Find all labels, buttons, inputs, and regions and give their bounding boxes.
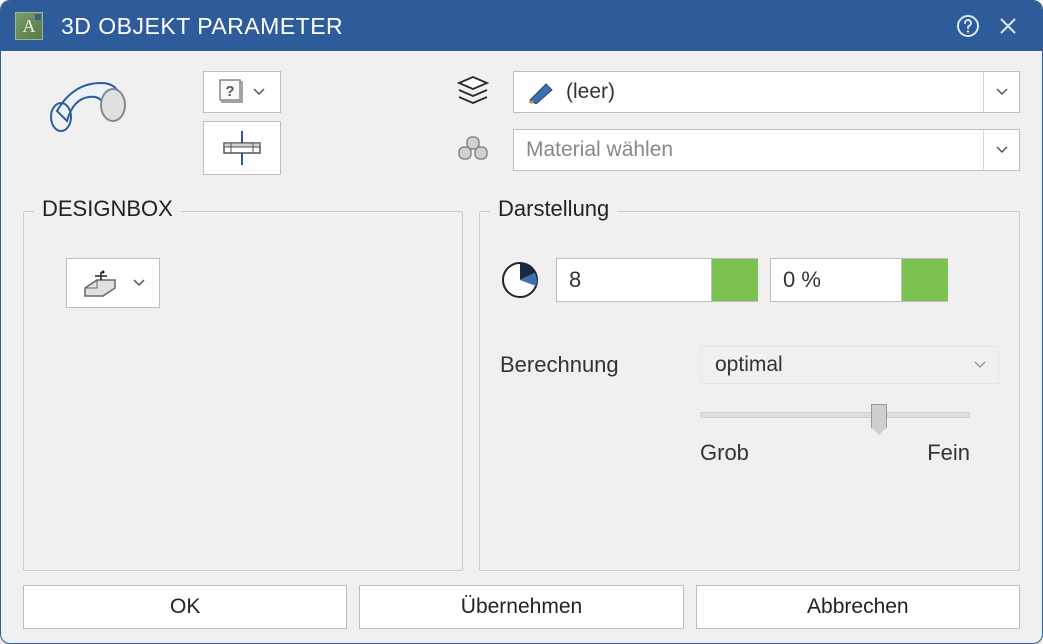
help-button[interactable] bbox=[948, 6, 988, 46]
designbox-button[interactable] bbox=[66, 258, 160, 308]
material-dropdown[interactable]: Material wählen bbox=[513, 129, 1020, 171]
chevron-down-icon bbox=[253, 88, 265, 96]
svg-text:?: ? bbox=[225, 83, 234, 100]
slider-wrap: Grob Fein bbox=[700, 412, 999, 466]
layers-icon bbox=[455, 75, 491, 109]
button-row: OK Übernehmen Abbrechen bbox=[23, 585, 1020, 629]
berechnung-value: optimal bbox=[715, 353, 783, 377]
berechnung-label: Berechnung bbox=[500, 352, 680, 378]
darstellung-value-row: 8 0 % bbox=[500, 258, 999, 302]
berechnung-row: Berechnung optimal bbox=[500, 346, 999, 384]
quality-slider[interactable] bbox=[700, 412, 970, 418]
dialog-window: A 3D OBJEKT PARAMETER bbox=[0, 0, 1043, 644]
object-icon-column bbox=[23, 71, 203, 137]
layer-dropdown[interactable]: (leer) bbox=[513, 71, 1020, 113]
layer-dropdown-content: (leer) bbox=[514, 80, 983, 104]
book-question-icon: ? bbox=[219, 79, 247, 105]
panels-row: DESIGNBOX Darstellung bbox=[23, 211, 1020, 571]
slider-label-right: Fein bbox=[927, 440, 970, 466]
material-plus-icon bbox=[455, 133, 491, 167]
designbox-title: DESIGNBOX bbox=[34, 196, 181, 222]
close-button[interactable] bbox=[988, 6, 1028, 46]
layer-dropdown-arrow bbox=[983, 72, 1019, 112]
value2-group: 0 % bbox=[770, 258, 948, 302]
value2-input[interactable]: 0 % bbox=[770, 258, 902, 302]
slider-labels: Grob Fein bbox=[700, 440, 970, 466]
darstellung-title: Darstellung bbox=[490, 196, 617, 222]
material-dropdown-arrow bbox=[983, 130, 1019, 170]
chevron-down-icon bbox=[974, 361, 986, 369]
layers-icon-wrap bbox=[453, 75, 493, 109]
close-icon bbox=[999, 17, 1017, 35]
berechnung-dropdown[interactable]: optimal bbox=[700, 346, 999, 384]
value1-group: 8 bbox=[556, 258, 758, 302]
app-icon: A bbox=[15, 12, 43, 40]
layer-row: (leer) bbox=[453, 71, 1020, 113]
tool-column: ? bbox=[203, 71, 323, 175]
chevron-down-icon bbox=[996, 88, 1008, 96]
section-tool-button[interactable] bbox=[203, 121, 281, 175]
ok-button[interactable]: OK bbox=[23, 585, 347, 629]
section-beam-icon bbox=[218, 131, 266, 165]
anchor-3d-icon bbox=[81, 268, 125, 298]
help-tool-button[interactable]: ? bbox=[203, 71, 281, 113]
value1-input[interactable]: 8 bbox=[556, 258, 712, 302]
slider-label-left: Grob bbox=[700, 440, 749, 466]
layer-column: (leer) bbox=[323, 71, 1020, 171]
slider-thumb[interactable] bbox=[871, 404, 887, 428]
material-row: Material wählen bbox=[453, 129, 1020, 171]
titlebar: A 3D OBJEKT PARAMETER bbox=[1, 1, 1042, 51]
object-3d-pipe-icon bbox=[49, 77, 135, 137]
window-title: 3D OBJEKT PARAMETER bbox=[61, 13, 948, 40]
cancel-button[interactable]: Abbrechen bbox=[696, 585, 1020, 629]
brush-icon bbox=[526, 80, 556, 104]
apply-button[interactable]: Übernehmen bbox=[359, 585, 683, 629]
top-row: ? bbox=[23, 71, 1020, 201]
value2-indicator[interactable] bbox=[902, 258, 948, 302]
material-icon-wrap bbox=[453, 133, 493, 167]
chevron-down-icon bbox=[133, 279, 145, 287]
darstellung-panel: Darstellung 8 0 % bbox=[479, 211, 1020, 571]
designbox-panel: DESIGNBOX bbox=[23, 211, 463, 571]
chevron-down-icon bbox=[996, 146, 1008, 154]
value1-indicator[interactable] bbox=[712, 258, 758, 302]
dialog-body: ? bbox=[1, 51, 1042, 643]
pie-slice-icon bbox=[500, 260, 540, 300]
material-placeholder: Material wählen bbox=[514, 138, 983, 162]
help-icon bbox=[956, 14, 980, 38]
layer-value: (leer) bbox=[566, 80, 615, 104]
